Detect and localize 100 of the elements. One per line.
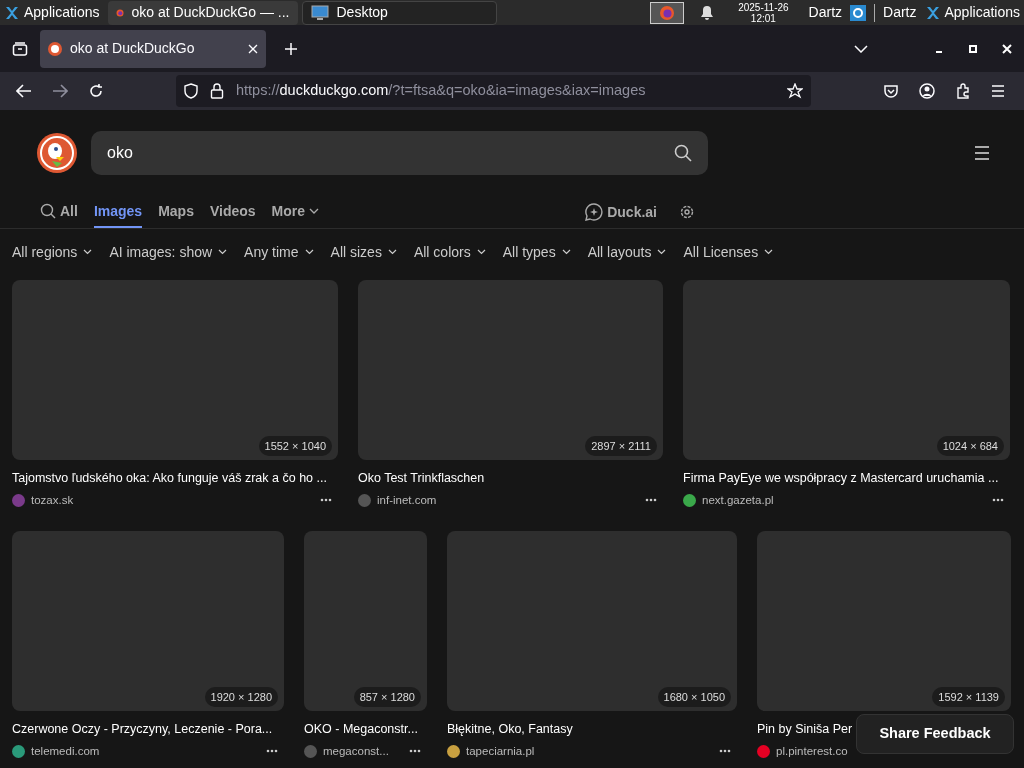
clock-date: 2025-11-26	[738, 1, 789, 13]
source-link[interactable]: tapeciarnia.pl	[466, 742, 535, 760]
search-field[interactable]: oko	[91, 131, 708, 175]
source-link[interactable]: telemedi.com	[31, 742, 100, 760]
chevron-down-icon	[476, 249, 486, 255]
duck-favicon-icon	[48, 41, 62, 56]
result-title[interactable]: Pin by Siniša Per	[757, 720, 853, 739]
image-placeholder[interactable]: 1552 × 1040	[12, 280, 338, 460]
nav-tab[interactable]: More	[271, 196, 320, 228]
firefox-icon	[659, 4, 676, 21]
taskbar-task[interactable]: Desktop	[301, 0, 497, 25]
apps-icon	[924, 4, 941, 21]
image-size-badge: 1680 × 1050	[657, 686, 731, 707]
address-bar[interactable]: https://duckduckgo.com/?t=ftsa&q=oko&ia=images&iax=images	[176, 75, 811, 107]
image-size-badge: 1552 × 1040	[258, 435, 332, 456]
applications-menu[interactable]: Applications	[0, 0, 104, 25]
more-icon[interactable]	[266, 749, 278, 754]
chevron-down-icon[interactable]	[854, 44, 868, 53]
monitor-icon	[310, 4, 329, 21]
image-placeholder[interactable]: 1680 × 1050	[447, 531, 737, 711]
filter-dropdown[interactable]: Any time	[244, 241, 314, 263]
share-feedback-button[interactable]: Share Feedback	[856, 714, 1014, 754]
settings-icon[interactable]	[679, 204, 695, 220]
filter-dropdown[interactable]: All regions	[12, 241, 93, 263]
chevron-down-icon	[83, 249, 93, 255]
chevron-down-icon	[309, 208, 320, 214]
filter-dropdown[interactable]: AI images: show	[109, 241, 228, 263]
chevron-down-icon	[218, 249, 228, 255]
source-link[interactable]: tozax.sk	[31, 491, 74, 509]
nav-tab[interactable]: Maps	[158, 196, 194, 228]
lock-icon[interactable]	[210, 83, 224, 99]
result-title[interactable]: Błękitne, Oko, Fantasy	[447, 720, 573, 739]
result-title[interactable]: Oko Test Trinkflaschen	[358, 469, 485, 488]
account-icon[interactable]	[919, 83, 935, 99]
more-icon[interactable]	[320, 498, 332, 503]
result-title[interactable]: Czerwone Oczy - Przyczyny, Leczenie - Pora...	[12, 720, 273, 739]
duck-logo[interactable]	[37, 133, 77, 173]
new-tab-icon[interactable]	[284, 41, 298, 56]
firefox-launcher[interactable]	[650, 1, 685, 24]
more-icon[interactable]	[719, 749, 731, 754]
maximize-icon[interactable]	[968, 43, 978, 54]
more-icon[interactable]	[409, 749, 421, 754]
tab-title: oko at DuckDuckGo	[70, 39, 196, 58]
chevron-down-icon	[561, 249, 571, 255]
more-icon[interactable]	[645, 498, 657, 503]
result-title[interactable]: Tajomstvo ľudského oka: Ako funguje váš zrak a čo ho ...	[12, 469, 327, 488]
applications-menu[interactable]: Applications	[924, 2, 1020, 23]
source-link[interactable]: megaconst...	[323, 742, 389, 760]
user-name: Dartz	[883, 3, 917, 22]
filter-dropdown[interactable]: All colors	[413, 241, 486, 263]
user-name: Dartz	[808, 3, 843, 22]
image-placeholder[interactable]: 1920 × 1280	[12, 531, 284, 711]
image-placeholder[interactable]: 1592 × 1139	[757, 531, 1011, 711]
nav-tab[interactable]: All	[40, 196, 78, 228]
taskbar-task[interactable]: oko at DuckDuckGo — ...	[107, 0, 298, 25]
shield-icon[interactable]	[184, 83, 198, 99]
filter-dropdown[interactable]: All sizes	[330, 241, 397, 263]
star-icon[interactable]	[787, 83, 803, 99]
source-link[interactable]: pl.pinterest.co	[776, 742, 848, 760]
nav-tab[interactable]: Videos	[209, 196, 256, 228]
menu-icon[interactable]	[974, 146, 990, 160]
result-title[interactable]: OKO - Megaconstr...	[304, 720, 418, 739]
tab-list-icon[interactable]	[12, 40, 28, 57]
search-icon	[40, 203, 56, 219]
chat-icon	[585, 203, 604, 221]
forward-icon	[52, 84, 68, 98]
pocket-icon[interactable]	[883, 83, 899, 99]
image-placeholder[interactable]: 857 × 1280	[304, 531, 427, 711]
browser-tab[interactable]: oko at DuckDuckGo	[40, 29, 266, 68]
back-icon[interactable]	[16, 84, 32, 98]
image-size-badge: 1592 × 1139	[932, 686, 1005, 707]
nav-tab[interactable]: Images	[93, 196, 143, 228]
filter-dropdown[interactable]: All layouts	[587, 241, 667, 263]
result-title[interactable]: Firma PayEye we współpracy z Mastercard uruchamia ...	[683, 469, 999, 488]
chevron-down-icon	[304, 249, 314, 255]
filter-dropdown[interactable]: All Licenses	[683, 241, 774, 263]
image-size-badge: 857 × 1280	[353, 686, 421, 707]
image-size-badge: 1024 × 684	[936, 435, 1004, 456]
apps-icon	[4, 4, 20, 21]
source-link[interactable]: inf-inet.com	[377, 491, 437, 509]
search-value: oko	[107, 143, 134, 163]
reload-icon[interactable]	[88, 83, 104, 99]
more-icon[interactable]	[992, 498, 1004, 503]
duck-ai-link[interactable]: Duck.ai	[585, 201, 657, 223]
image-size-badge: 1920 × 1280	[204, 686, 278, 707]
close-icon[interactable]	[1002, 43, 1012, 54]
image-size-badge: 2897 × 2111	[585, 435, 657, 456]
clock-time: 12:01	[750, 12, 776, 24]
chevron-down-icon	[657, 249, 667, 255]
bell-icon[interactable]	[700, 5, 715, 20]
image-placeholder[interactable]: 2897 × 2111	[358, 280, 663, 460]
close-icon[interactable]	[248, 43, 258, 54]
chevron-down-icon	[764, 249, 774, 255]
image-placeholder[interactable]: 1024 × 684	[683, 280, 1010, 460]
source-link[interactable]: next.gazeta.pl	[702, 491, 774, 509]
filter-dropdown[interactable]: All types	[502, 241, 571, 263]
search-icon[interactable]	[674, 144, 692, 162]
chevron-down-icon	[387, 249, 397, 255]
extensions-icon[interactable]	[955, 83, 971, 99]
url-text: https://duckduckgo.com/?t=ftsa&q=oko&ia=images&iax=images	[236, 81, 647, 101]
